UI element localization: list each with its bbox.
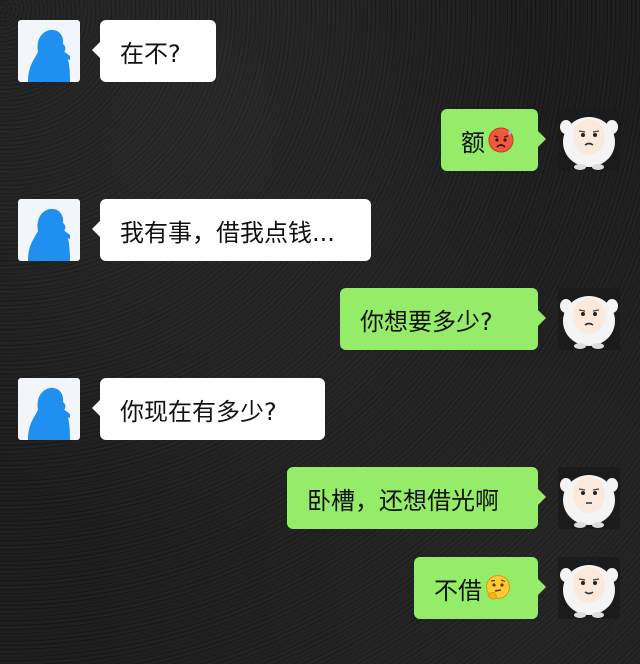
my-avatar[interactable]: [558, 288, 620, 350]
silhouette-avatar-icon: [18, 20, 80, 82]
panda-face-avatar-icon: [558, 557, 620, 619]
message-text: 我有事，借我点钱...: [120, 218, 335, 247]
message-text: 你想要多少?: [360, 307, 493, 336]
message-bubble-incoming[interactable]: 在不?: [92, 20, 216, 82]
anxious-sweat-emoji-icon: [487, 126, 515, 154]
friend-avatar[interactable]: [18, 199, 80, 261]
friend-avatar[interactable]: [18, 20, 80, 82]
panda-face-avatar-icon: [558, 288, 620, 350]
silhouette-avatar-icon: [18, 199, 80, 261]
message-text: 你现在有多少?: [120, 397, 277, 426]
message-bubble-outgoing[interactable]: 你想要多少?: [340, 288, 546, 350]
message-text: 在不?: [120, 39, 181, 68]
my-avatar[interactable]: [558, 467, 620, 529]
silhouette-avatar-icon: [18, 378, 80, 440]
message-bubble-outgoing[interactable]: 不借: [414, 557, 546, 619]
message-bubble-incoming[interactable]: 我有事，借我点钱...: [92, 199, 371, 261]
panda-face-avatar-icon: [558, 109, 620, 171]
message-bubble-incoming[interactable]: 你现在有多少?: [92, 378, 325, 440]
message-text: 额: [461, 128, 485, 157]
message-bubble-outgoing[interactable]: 额: [441, 109, 546, 171]
message-bubble-outgoing[interactable]: 卧槽，还想借光啊: [287, 467, 546, 529]
message-text: 不借: [434, 576, 482, 605]
my-avatar[interactable]: [558, 557, 620, 619]
thinking-emoji-icon: [484, 574, 512, 602]
message-text: 卧槽，还想借光啊: [307, 486, 499, 515]
my-avatar[interactable]: [558, 109, 620, 171]
friend-avatar[interactable]: [18, 378, 80, 440]
panda-face-avatar-icon: [558, 467, 620, 529]
